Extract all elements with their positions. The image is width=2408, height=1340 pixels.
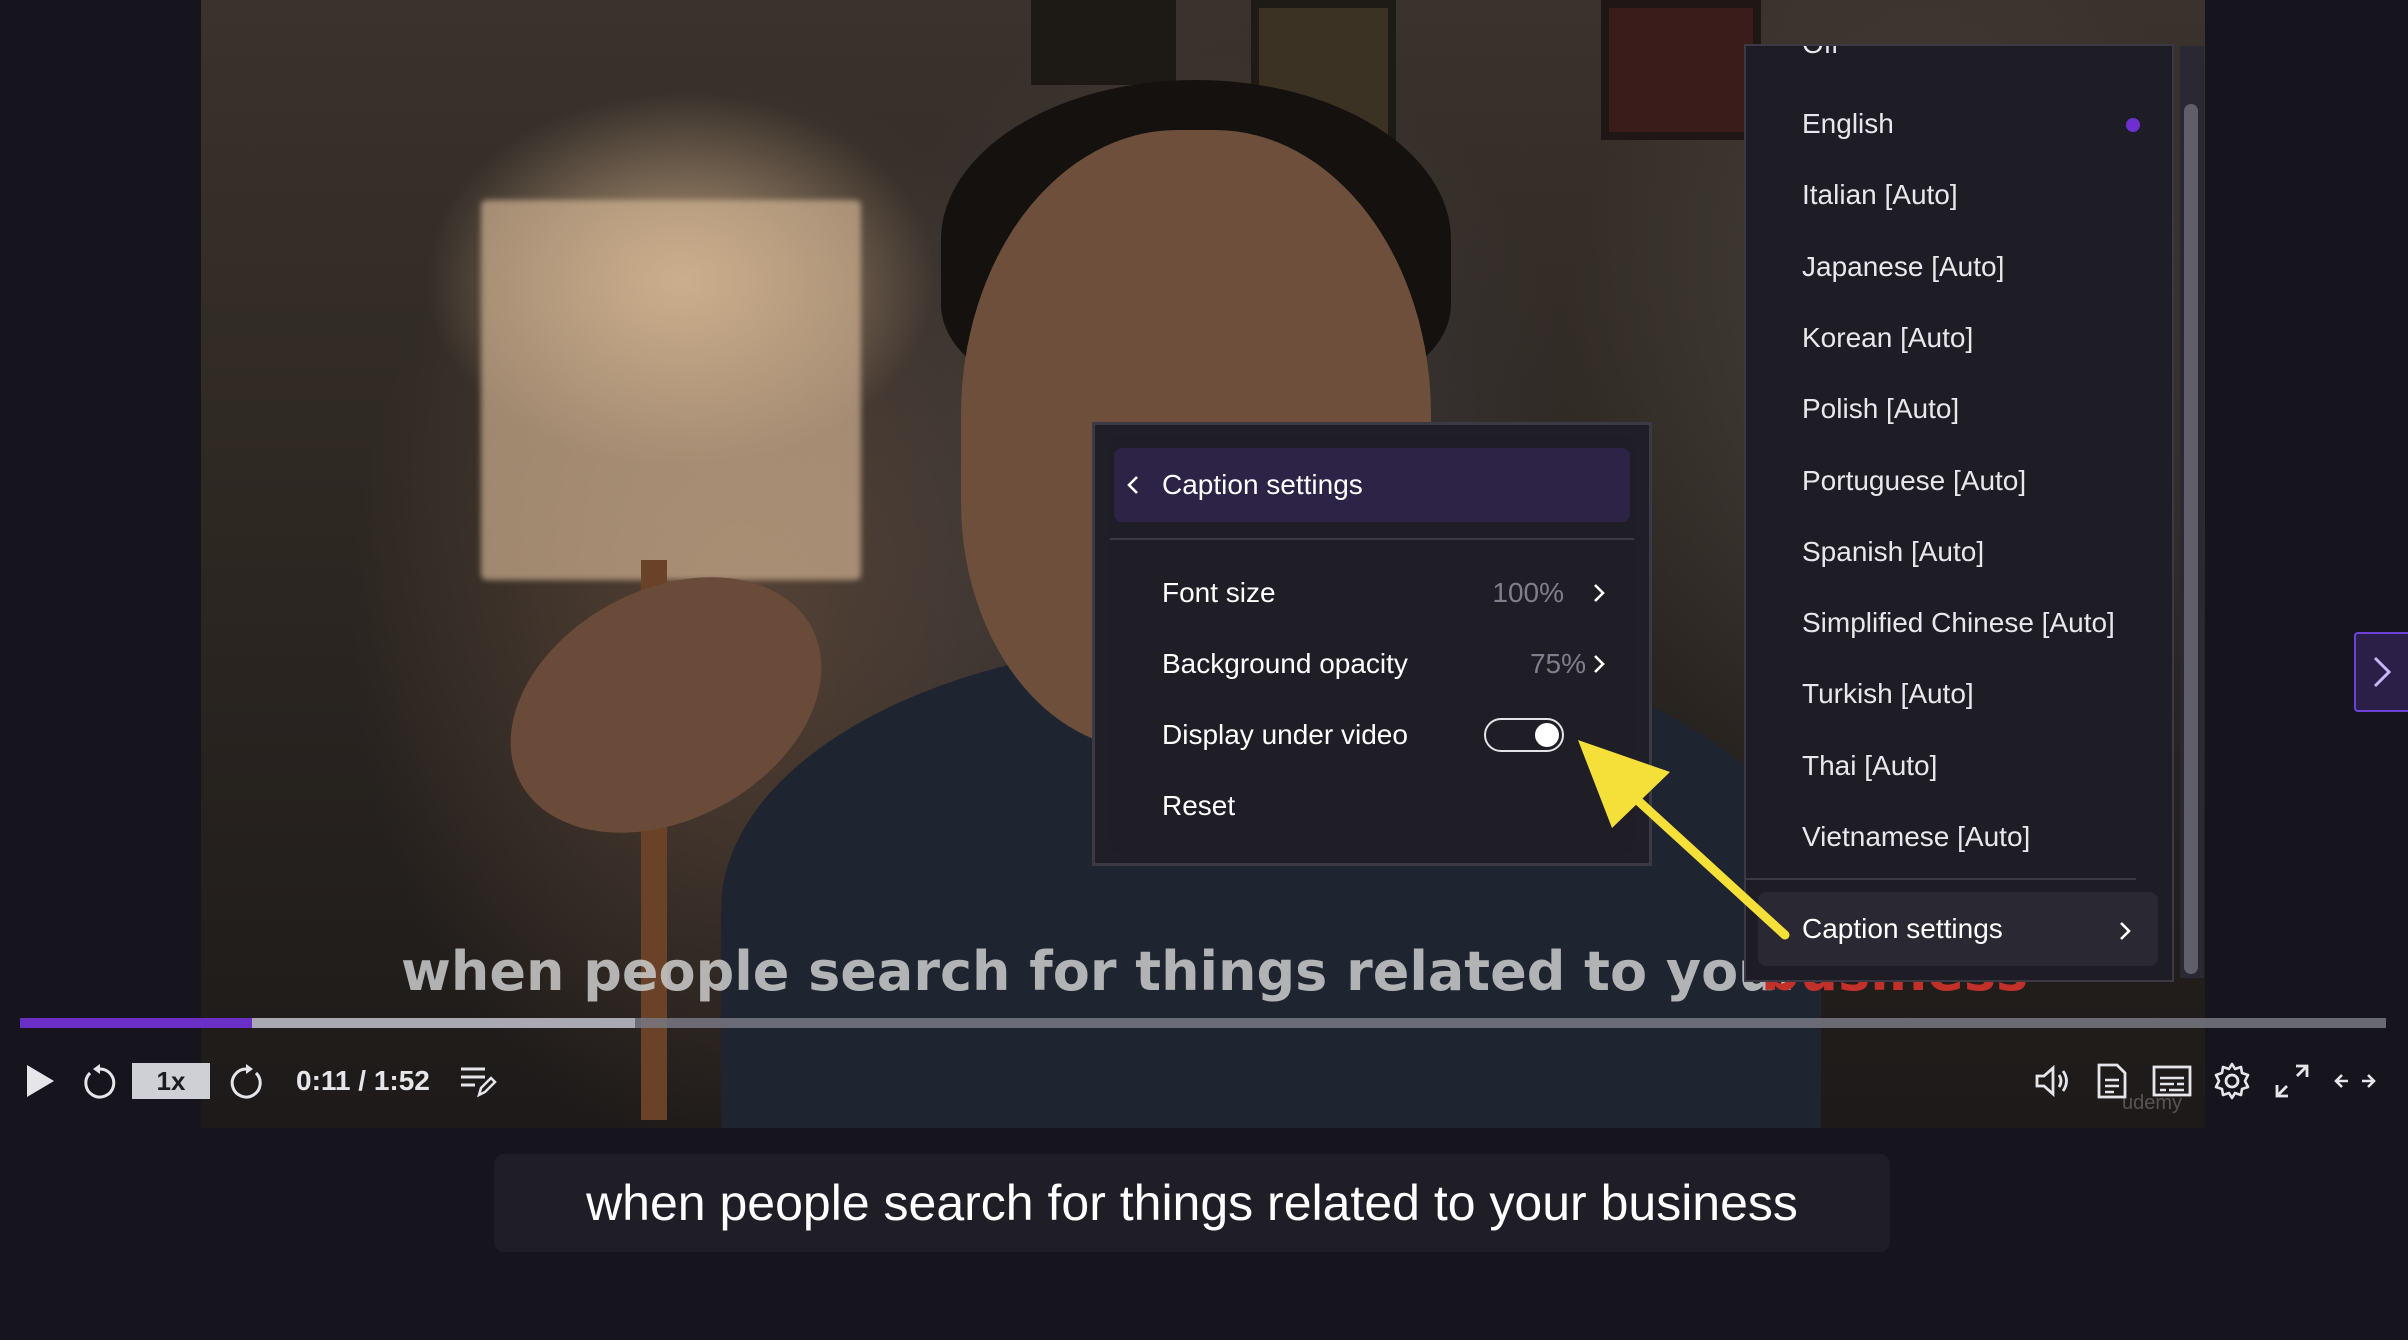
lang-item[interactable]: Italian [Auto] <box>1746 159 2136 230</box>
lang-item[interactable]: Polish [Auto] <box>1746 373 2136 444</box>
lang-item-label: English <box>1802 108 1894 139</box>
player-controls: 1x 0:11 / 1:52 udemy <box>0 1048 2408 1114</box>
chevron-right-icon <box>1592 558 1606 628</box>
lang-item-label: Spanish [Auto] <box>1802 535 1985 567</box>
chevron-right-icon <box>2373 656 2392 688</box>
caption-settings-back-button[interactable]: Caption settings <box>1114 448 1630 522</box>
font-size-label: Font size <box>1162 577 1276 608</box>
lang-item-label: Polish [Auto] <box>1802 393 1960 425</box>
display-under-video-toggle[interactable] <box>1484 718 1564 752</box>
lang-item-label: Vietnamese [Auto] <box>1802 821 2031 852</box>
lang-item[interactable]: Spanish [Auto] <box>1746 516 2136 587</box>
lang-item[interactable]: Turkish [Auto] <box>1746 658 2136 729</box>
rewind-5-icon[interactable] <box>76 1048 124 1114</box>
caption-settings-label: Caption settings <box>1802 913 2003 944</box>
progress-bar[interactable] <box>20 1018 2386 1028</box>
panel-divider <box>1110 538 1634 540</box>
chevron-right-icon <box>2118 892 2132 966</box>
chevron-right-icon <box>1592 629 1606 699</box>
lang-item-label: Simplified Chinese [Auto] <box>1802 607 2115 639</box>
annotation-arrow-icon <box>1578 740 1790 940</box>
speed-button[interactable]: 1x <box>132 1063 210 1099</box>
volume-icon[interactable] <box>2030 1048 2076 1114</box>
menu-scrollbar[interactable] <box>2180 46 2204 978</box>
font-size-option[interactable]: Font size 100% <box>1110 558 1634 628</box>
sidebar-toggle-button[interactable] <box>2354 632 2408 712</box>
lang-item-label: Korean [Auto] <box>1802 321 1974 353</box>
menu-scrollbar-thumb[interactable] <box>2184 104 2198 974</box>
lang-item-label: Turkish [Auto] <box>1802 678 1974 710</box>
forward-5-icon[interactable] <box>222 1048 270 1114</box>
lang-item[interactable]: Portuguese [Auto] <box>1746 445 2136 516</box>
wall-frame <box>1031 0 1176 85</box>
display-under-video-label: Display under video <box>1162 719 1408 750</box>
watermark: udemy <box>2122 1092 2183 1114</box>
lang-item[interactable]: Thai [Auto] <box>1746 730 2136 801</box>
menu-divider <box>1746 878 2136 880</box>
add-note-icon[interactable] <box>456 1048 500 1114</box>
lamp-shade <box>481 200 861 580</box>
burned-in-caption: when people search for things related to… <box>401 940 1804 1003</box>
fullscreen-icon[interactable] <box>2270 1048 2314 1114</box>
caption-text: when people search for things related to… <box>586 1175 1798 1231</box>
caption-language-menu: Off English Italian [Auto] Japanese [Auto]… <box>1744 44 2174 982</box>
background-opacity-option[interactable]: Background opacity 75% <box>1110 629 1634 699</box>
toggle-knob <box>1535 723 1559 747</box>
play-icon[interactable] <box>18 1048 62 1114</box>
caption-settings-menu-item[interactable]: Caption settings <box>1758 892 2158 966</box>
reset-option[interactable]: Reset <box>1110 771 1634 841</box>
expand-width-icon[interactable] <box>2330 1048 2380 1114</box>
background-opacity-label: Background opacity <box>1162 648 1408 679</box>
font-size-value: 100% <box>1492 577 1564 608</box>
caption-display: when people search for things related to… <box>494 1154 1890 1252</box>
lang-item-label: Portuguese [Auto] <box>1802 464 2027 496</box>
progress-played <box>20 1018 252 1028</box>
background-opacity-value: 75% <box>1529 648 1586 679</box>
gear-icon[interactable] <box>2208 1048 2256 1114</box>
selected-dot-icon <box>2126 118 2140 132</box>
lang-item-label: Italian [Auto] <box>1802 179 1958 211</box>
reset-label: Reset <box>1162 790 1236 821</box>
lang-item-label: Japanese [Auto] <box>1802 250 2005 282</box>
lang-item[interactable]: Korean [Auto] <box>1746 302 2136 373</box>
lang-item-off[interactable]: Off <box>1746 46 2136 79</box>
lang-item[interactable]: Simplified Chinese [Auto] <box>1746 587 2136 658</box>
panel-title: Caption settings <box>1162 469 1363 500</box>
lang-item[interactable]: Vietnamese [Auto] <box>1746 801 2136 872</box>
lang-item-label: Thai [Auto] <box>1802 749 1938 781</box>
lang-item[interactable]: English <box>1746 88 2140 159</box>
lang-item[interactable]: Japanese [Auto] <box>1746 231 2136 302</box>
time-display: 0:11 / 1:52 <box>296 1065 430 1096</box>
wall-frame <box>1601 0 1761 140</box>
chevron-left-icon <box>1126 448 1140 522</box>
